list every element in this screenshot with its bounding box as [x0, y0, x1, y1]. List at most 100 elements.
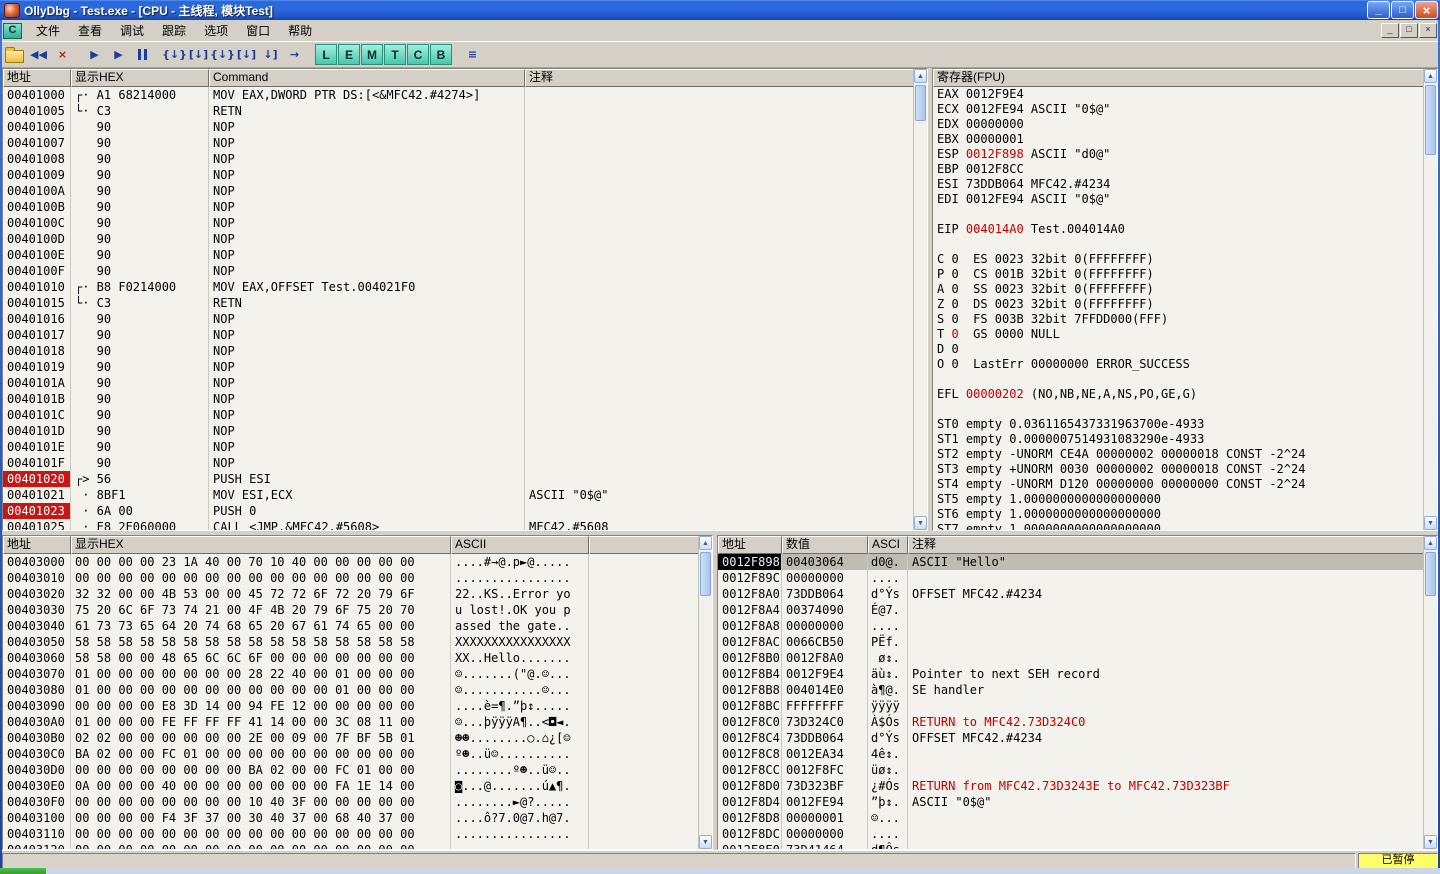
register-line[interactable]: EAX 0012F9E4 — [933, 87, 1423, 102]
disasm-row[interactable]: 00401005└· C3RETN — [3, 103, 913, 119]
threads-window-button[interactable]: T — [384, 44, 406, 65]
dump-row[interactable]: 004030F000 00 00 00 00 00 00 00 10 40 3F… — [3, 794, 698, 810]
mdi-minimize-button[interactable]: _ — [1381, 23, 1399, 38]
mdi-close-button[interactable]: × — [1419, 23, 1437, 38]
register-line[interactable]: ST5 empty 1.0000000000000000000 — [933, 492, 1423, 507]
registers-scrollbar[interactable]: ▲ ▼ — [1423, 69, 1437, 530]
disasm-row[interactable]: 0040101E 90NOP — [3, 439, 913, 455]
animate-over-button[interactable]: [↓] — [235, 44, 258, 65]
disasm-row[interactable]: 00401009 90NOP — [3, 167, 913, 183]
till-return-button[interactable]: ↓] — [259, 44, 282, 65]
dump-row[interactable]: 0040303075 20 6C 6F 73 74 21 00 4F 4B 20… — [3, 602, 698, 618]
dump-row[interactable]: 004030A001 00 00 00 FE FF FF FF 41 14 00… — [3, 714, 698, 730]
register-line[interactable]: A 0 SS 0023 32bit 0(FFFFFFFF) — [933, 282, 1423, 297]
stack-row[interactable]: 0012F8B00012F8A0 ø↕. — [718, 650, 1423, 666]
dump-row[interactable]: 0040304061 73 73 65 64 20 74 68 65 20 67… — [3, 618, 698, 634]
close-program-button[interactable]: × — [51, 44, 74, 65]
menu-item-help[interactable]: 帮助 — [279, 20, 321, 41]
register-line[interactable]: EDI 0012FE94 ASCII "0$@" — [933, 192, 1423, 207]
dump-row[interactable]: 004030C0BA 02 00 00 FC 01 00 00 00 00 00… — [3, 746, 698, 762]
register-line[interactable]: ST2 empty -UNORM CE4A 00000002 00000018 … — [933, 447, 1423, 462]
register-line[interactable]: ESI 73DDB064 MFC42.#4234 — [933, 177, 1423, 192]
scroll-down-button[interactable]: ▼ — [699, 835, 712, 849]
dump-row[interactable]: 0040301000 00 00 00 00 00 00 00 00 00 00… — [3, 570, 698, 586]
register-line[interactable]: ST3 empty +UNORM 0030 00000002 00000018 … — [933, 462, 1423, 477]
dump-row[interactable]: 0040302032 32 00 00 4B 53 00 00 45 72 72… — [3, 586, 698, 602]
scroll-down-button[interactable]: ▼ — [1424, 516, 1437, 530]
register-line[interactable]: Z 0 DS 0023 32bit 0(FFFFFFFF) — [933, 297, 1423, 312]
disasm-row[interactable]: 00401017 90NOP — [3, 327, 913, 343]
memory-window-button[interactable]: M — [361, 44, 383, 65]
scroll-up-button[interactable]: ▲ — [1424, 536, 1437, 550]
menu-item-view[interactable]: 查看 — [69, 20, 111, 41]
scroll-up-button[interactable]: ▲ — [699, 536, 712, 550]
stack-row[interactable]: 0012F8A073DDB064d°ÝsOFFSET MFC42.#4234 — [718, 586, 1423, 602]
register-line[interactable]: EBP 0012F8CC — [933, 162, 1423, 177]
disasm-row[interactable]: 00401015└· C3RETN — [3, 295, 913, 311]
disasm-row[interactable]: 0040100E 90NOP — [3, 247, 913, 263]
register-line[interactable]: ST7 empty 1.0000000000000000000 — [933, 522, 1423, 530]
stack-row[interactable]: 0012F8C80012EA344ê↕. — [718, 746, 1423, 762]
scroll-thumb[interactable] — [1425, 552, 1436, 596]
disasm-row[interactable]: 0040101C 90NOP — [3, 407, 913, 423]
step-into-button[interactable]: {↓} — [163, 44, 186, 65]
windows-list-button[interactable]: ≡ — [461, 44, 484, 65]
dump-row[interactable]: 0040305058 58 58 58 58 58 58 58 58 58 58… — [3, 634, 698, 650]
register-line[interactable] — [933, 372, 1423, 387]
register-line[interactable]: ECX 0012FE94 ASCII "0$@" — [933, 102, 1423, 117]
register-line[interactable]: C 0 ES 0023 32bit 0(FFFFFFFF) — [933, 252, 1423, 267]
disasm-row[interactable]: 00401006 90NOP — [3, 119, 913, 135]
register-line[interactable]: O 0 LastErr 00000000 ERROR_SUCCESS — [933, 357, 1423, 372]
disassembly-scrollbar[interactable]: ▲ ▼ — [913, 69, 927, 530]
cpu-window-button[interactable]: C — [407, 44, 429, 65]
dump-row[interactable]: 0040311000 00 00 00 00 00 00 00 00 00 00… — [3, 826, 698, 842]
stack-row[interactable]: 0012F8C473DDB064d°ÝsOFFSET MFC42.#4234 — [718, 730, 1423, 746]
disasm-row[interactable]: 00401023 · 6A 00PUSH 0 — [3, 503, 913, 519]
register-line[interactable] — [933, 237, 1423, 252]
dump-row[interactable]: 004030D000 00 00 00 00 00 00 00 BA 02 00… — [3, 762, 698, 778]
title-restore-button[interactable]: □ — [1391, 1, 1414, 19]
run-thread-button[interactable]: ▶ — [107, 44, 130, 65]
dump-row[interactable]: 0040307001 00 00 00 00 00 00 00 28 22 40… — [3, 666, 698, 682]
register-line[interactable]: ST0 empty 0.0361165437331963700e-4933 — [933, 417, 1423, 432]
disasm-row[interactable]: 00401020┌> 56PUSH ESI — [3, 471, 913, 487]
disasm-row[interactable]: 00401000┌· A1 68214000MOV EAX,DWORD PTR … — [3, 87, 913, 103]
stack-row[interactable]: 0012F8D800000001☺... — [718, 810, 1423, 826]
menu-item-debug[interactable]: 调试 — [111, 20, 153, 41]
stack-row[interactable]: 0012F8E073D41464d¶Ôs — [718, 842, 1423, 849]
disasm-row[interactable]: 0040101D 90NOP — [3, 423, 913, 439]
menu-item-trace[interactable]: 跟踪 — [153, 20, 195, 41]
register-line[interactable]: ST6 empty 1.0000000000000000000 — [933, 507, 1423, 522]
scroll-thumb[interactable] — [700, 552, 711, 596]
dump-row[interactable]: 004030E00A 00 00 00 40 00 00 00 00 00 00… — [3, 778, 698, 794]
dump-row[interactable]: 0040308001 00 00 00 00 00 00 00 00 00 00… — [3, 682, 698, 698]
register-line[interactable]: EFL 00000202 (NO,NB,NE,A,NS,PO,GE,G) — [933, 387, 1423, 402]
scroll-down-button[interactable]: ▼ — [1424, 835, 1437, 849]
register-line[interactable] — [933, 207, 1423, 222]
scroll-up-button[interactable]: ▲ — [914, 69, 927, 83]
dump-row[interactable]: 0040312000 00 00 00 00 00 00 00 00 00 00… — [3, 842, 698, 849]
register-line[interactable]: ESP 0012F898 ASCII "d0@" — [933, 147, 1423, 162]
scroll-down-button[interactable]: ▼ — [914, 516, 927, 530]
stack-row[interactable]: 0012F89C00000000.... — [718, 570, 1423, 586]
disasm-row[interactable]: 00401010┌· B8 F0214000MOV EAX,OFFSET Tes… — [3, 279, 913, 295]
restart-button[interactable]: ◀◀ — [27, 44, 50, 65]
stack-scrollbar[interactable]: ▲ ▼ — [1423, 536, 1437, 849]
ollydbg-app-icon[interactable] — [4, 3, 20, 18]
dump-row[interactable]: 004030B002 02 00 00 00 00 00 00 2E 00 09… — [3, 730, 698, 746]
disasm-row[interactable]: 0040100B 90NOP — [3, 199, 913, 215]
disasm-row[interactable]: 0040101B 90NOP — [3, 391, 913, 407]
dump-row[interactable]: 0040300000 00 00 00 23 1A 40 00 70 10 40… — [3, 554, 698, 570]
register-line[interactable]: P 0 CS 001B 32bit 0(FFFFFFFF) — [933, 267, 1423, 282]
disasm-row[interactable]: 0040100C 90NOP — [3, 215, 913, 231]
stack-row[interactable]: 0012F8A400374090É@7. — [718, 602, 1423, 618]
title-close-button[interactable]: × — [1415, 1, 1438, 19]
stack-row[interactable]: 0012F8CC0012F8FCüø↕. — [718, 762, 1423, 778]
title-minimize-button[interactable]: _ — [1367, 1, 1390, 19]
register-line[interactable]: EIP 004014A0 Test.004014A0 — [933, 222, 1423, 237]
stack-row[interactable]: 0012F89800403064d0@.ASCII "Hello" — [718, 554, 1423, 570]
register-line[interactable]: EBX 00000001 — [933, 132, 1423, 147]
disasm-row[interactable]: 00401021 · 8BF1MOV ESI,ECXASCII "0$@" — [3, 487, 913, 503]
disasm-row[interactable]: 0040101A 90NOP — [3, 375, 913, 391]
animate-into-button[interactable]: {↓} — [211, 44, 234, 65]
